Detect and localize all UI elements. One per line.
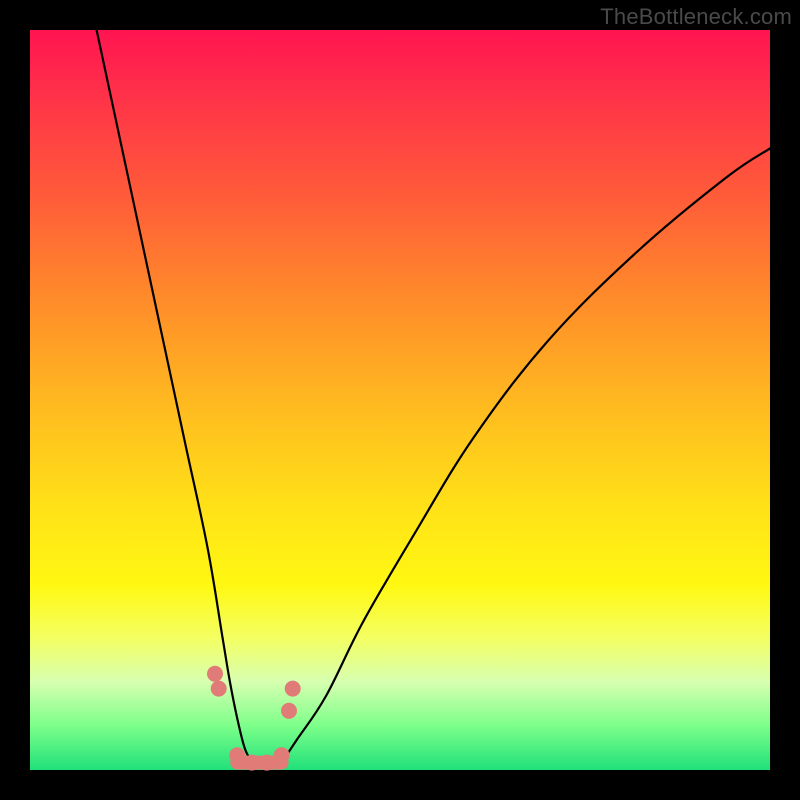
marker-dot	[285, 681, 301, 697]
marker-dot	[229, 747, 245, 763]
marker-dot	[274, 747, 290, 763]
marker-dot	[259, 755, 275, 771]
marker-dot	[211, 681, 227, 697]
marker-group	[207, 666, 301, 771]
watermark-text: TheBottleneck.com	[600, 4, 792, 30]
marker-dot	[207, 666, 223, 682]
outer-frame: TheBottleneck.com	[0, 0, 800, 800]
curve-layer	[30, 30, 770, 770]
curve-right	[282, 148, 770, 762]
plot-area	[30, 30, 770, 770]
marker-dot	[281, 703, 297, 719]
marker-dot	[244, 755, 260, 771]
curve-left	[97, 30, 252, 763]
